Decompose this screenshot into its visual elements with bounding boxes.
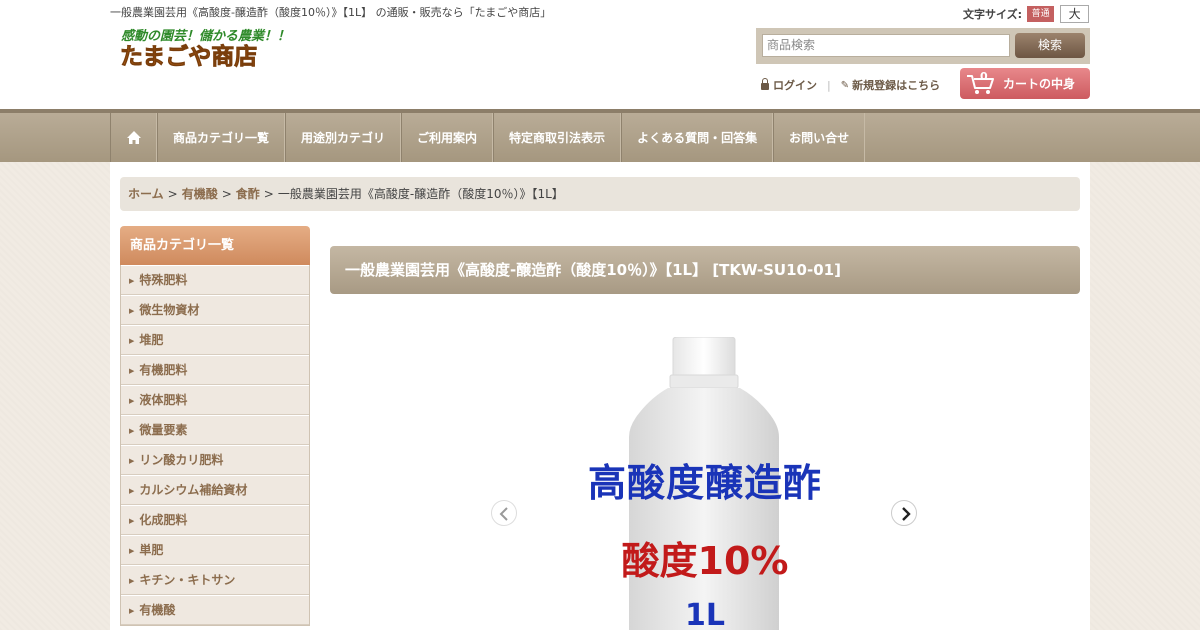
sidebar-item-label: 単肥 (139, 543, 164, 557)
font-size-large-button[interactable]: 大 (1060, 5, 1090, 23)
sidebar-item-label: 微生物資材 (139, 303, 200, 317)
divider: | (827, 78, 831, 92)
cart-button[interactable]: 0 カートの中身 (960, 68, 1090, 99)
sidebar-item-label: 特殊肥料 (139, 273, 188, 287)
nav-categories[interactable]: 商品カテゴリ一覧 (157, 113, 286, 162)
breadcrumb-home[interactable]: ホーム (128, 187, 164, 201)
sidebar-item-phosphate-potash[interactable]: ▶ リン酸カリ肥料 (121, 445, 309, 475)
sidebar-item-chemical-fertilizer[interactable]: ▶ 化成肥料 (121, 505, 309, 535)
nav-contact[interactable]: お問い合せ (773, 113, 866, 162)
breadcrumb-current: 一般農業園芸用《高酸度-醸造酢（酸度10％）》【1L】 (277, 187, 564, 201)
product-image-acidity: 酸度10% (621, 539, 789, 583)
font-size-label: 文字サイズ: (963, 8, 1023, 21)
site-tagline: 一般農業園芸用《高酸度-醸造酢（酸度10％）》【1L】 の通販・販売なら「たまご… (110, 6, 552, 19)
search-input[interactable]: 商品検索 (762, 34, 1010, 57)
global-nav: 商品カテゴリ一覧 用途別カテゴリ ご利用案内 特定商取引法表示 よくある質問・回… (0, 109, 1200, 162)
search-box: 商品検索 検索 (756, 28, 1090, 64)
sidebar-item-label: 有機肥料 (139, 363, 188, 377)
pencil-icon: ✎ (840, 79, 850, 91)
sidebar-item-chitin[interactable]: ▶ キチン・キトサン (121, 565, 309, 595)
caret-right-icon: ▶ (129, 427, 135, 435)
sidebar-item-organic-acid[interactable]: ▶ 有機酸 (121, 595, 309, 625)
caret-right-icon: ▶ (129, 517, 135, 525)
sidebar-item-liquid-fertilizer[interactable]: ▶ 液体肥料 (121, 385, 309, 415)
product-image-volume: 1L (685, 598, 725, 630)
caret-right-icon: ▶ (129, 277, 135, 285)
product-image-label: 高酸度醸造酢 (587, 461, 822, 505)
category-list: ▶ 特殊肥料 ▶ 微生物資材 ▶ 堆肥 ▶ 有機肥料 ▶ 液体肥料 ▶ 微量要素 ▶ リン酸カ… (120, 265, 310, 626)
breadcrumb-separator: > (221, 187, 232, 201)
sidebar-item-label: 液体肥料 (139, 393, 188, 407)
nav-guide[interactable]: ご利用案内 (401, 113, 494, 162)
caret-right-icon: ▶ (129, 487, 135, 495)
sidebar-title: 商品カテゴリ一覧 (120, 226, 310, 265)
main-content: ホーム > 有機酸 > 食酢 > 一般農業園芸用《高酸度-醸造酢（酸度10％）》【1L】 商… (110, 162, 1090, 630)
cart-count: 0 (980, 70, 988, 83)
sidebar-item-label: 堆肥 (139, 333, 164, 347)
breadcrumb: ホーム > 有機酸 > 食酢 > 一般農業園芸用《高酸度-醸造酢（酸度10％）》【1L】 (120, 177, 1080, 211)
chevron-left-icon (499, 507, 508, 521)
breadcrumb-separator: > (263, 187, 274, 201)
caret-right-icon: ▶ (129, 397, 135, 405)
caret-right-icon: ▶ (129, 307, 135, 315)
sidebar-item-label: リン酸カリ肥料 (139, 453, 224, 467)
font-size-normal-button[interactable]: 普通 (1027, 6, 1055, 22)
lock-icon (761, 77, 769, 90)
slider-next-button[interactable] (891, 500, 917, 526)
account-links: ログイン | ✎ 新規登録はこちら (761, 77, 940, 93)
home-icon (126, 131, 141, 144)
slider-prev-button[interactable] (491, 500, 517, 526)
sidebar-item-label: カルシウム補給資材 (139, 483, 248, 497)
caret-right-icon: ▶ (129, 337, 135, 345)
nav-home[interactable] (110, 113, 157, 162)
logo-name: たまごや商店 (120, 43, 257, 70)
chevron-right-icon (902, 507, 911, 521)
nav-faq[interactable]: よくある質問・回答集 (621, 113, 774, 162)
font-size-switcher: 文字サイズ: 普通 大 (963, 4, 1090, 24)
caret-right-icon: ▶ (129, 607, 135, 615)
nav-usage-categories[interactable]: 用途別カテゴリ (285, 113, 402, 162)
sidebar-item-compost[interactable]: ▶ 堆肥 (121, 325, 309, 355)
site-header: 一般農業園芸用《高酸度-醸造酢（酸度10％）》【1L】 の通販・販売なら「たまご… (0, 0, 1200, 110)
sidebar-item-organic-fertilizer[interactable]: ▶ 有機肥料 (121, 355, 309, 385)
category-sidebar: 商品カテゴリ一覧 ▶ 特殊肥料 ▶ 微生物資材 ▶ 堆肥 ▶ 有機肥料 ▶ 液体肥料 ▶ 微… (120, 226, 310, 626)
sidebar-item-single-fertilizer[interactable]: ▶ 単肥 (121, 535, 309, 565)
caret-right-icon: ▶ (129, 547, 135, 555)
breadcrumb-separator: > (167, 187, 178, 201)
caret-right-icon: ▶ (129, 457, 135, 465)
cart-label: カートの中身 (1003, 77, 1076, 91)
sidebar-item-label: 化成肥料 (139, 513, 188, 527)
logo-tagline: 感動の園芸！儲かる農業！！ (121, 28, 290, 44)
search-button[interactable]: 検索 (1015, 33, 1085, 58)
product-title: 一般農業園芸用《高酸度-醸造酢（酸度10％）》【1L】 [TKW-SU10-01… (330, 246, 1080, 294)
site-logo[interactable]: 感動の園芸！儲かる農業！！ たまごや商店 (118, 26, 308, 70)
caret-right-icon: ▶ (129, 577, 135, 585)
sidebar-item-special-fertilizer[interactable]: ▶ 特殊肥料 (121, 265, 309, 295)
breadcrumb-level1[interactable]: 有機酸 (182, 187, 218, 201)
sidebar-item-label: 有機酸 (139, 603, 176, 617)
breadcrumb-level2[interactable]: 食酢 (236, 187, 260, 201)
sidebar-item-calcium[interactable]: ▶ カルシウム補給資材 (121, 475, 309, 505)
register-link[interactable]: 新規登録はこちら (852, 77, 940, 93)
nav-legal[interactable]: 特定商取引法表示 (493, 113, 622, 162)
sidebar-item-microbial[interactable]: ▶ 微生物資材 (121, 295, 309, 325)
caret-right-icon: ▶ (129, 367, 135, 375)
sidebar-item-label: キチン・キトサン (139, 573, 236, 587)
login-link[interactable]: ログイン (773, 77, 817, 93)
sidebar-item-micronutrients[interactable]: ▶ 微量要素 (121, 415, 309, 445)
sidebar-item-label: 微量要素 (139, 423, 188, 437)
